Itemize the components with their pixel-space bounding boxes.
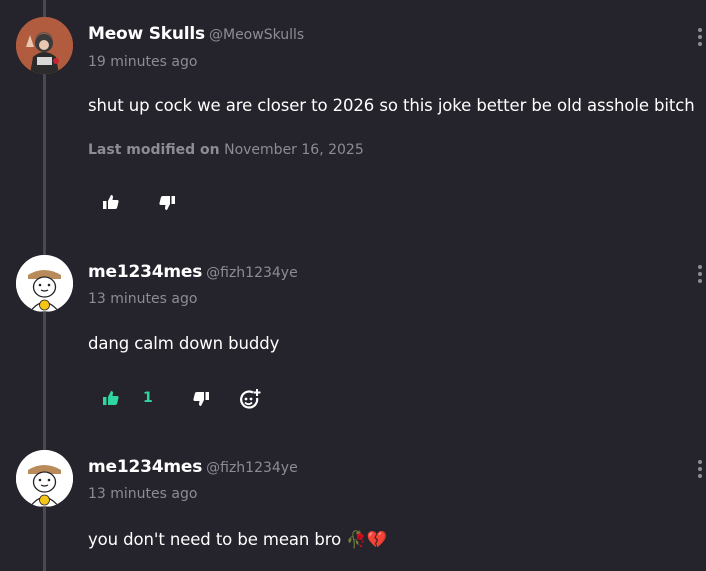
thumbs-up-icon[interactable]	[101, 389, 121, 409]
thumbs-down-icon[interactable]	[191, 389, 211, 409]
author-name[interactable]: me1234mes	[88, 262, 202, 282]
comment-timestamp[interactable]: 13 minutes ago	[88, 486, 197, 502]
comment-author: me1234mes @fizh1234ye	[88, 457, 298, 477]
avatar[interactable]	[16, 17, 73, 74]
author-handle[interactable]: @fizh1234ye	[206, 460, 298, 476]
more-options-icon[interactable]	[694, 27, 706, 47]
thumbs-up-icon[interactable]	[101, 193, 121, 213]
avatar[interactable]	[16, 450, 73, 507]
author-name[interactable]: me1234mes	[88, 457, 202, 477]
comment-timestamp[interactable]: 19 minutes ago	[88, 54, 197, 70]
author-name[interactable]: Meow Skulls	[88, 24, 205, 44]
comment-text: shut up cock we are closer to 2026 so th…	[88, 96, 695, 115]
last-modified: Last modified on November 16, 2025	[88, 142, 364, 158]
last-modified-label: Last modified on	[88, 142, 220, 158]
like-count: 1	[143, 390, 153, 406]
avatar[interactable]	[16, 255, 73, 312]
author-handle[interactable]: @fizh1234ye	[206, 265, 298, 281]
comment-author: me1234mes @fizh1234ye	[88, 262, 298, 282]
author-handle[interactable]: @MeowSkulls	[209, 27, 304, 43]
comment-text: dang calm down buddy	[88, 334, 280, 353]
more-options-icon[interactable]	[694, 459, 706, 479]
comment-timestamp[interactable]: 13 minutes ago	[88, 291, 197, 307]
last-modified-date: November 16, 2025	[224, 142, 364, 158]
more-options-icon[interactable]	[694, 264, 706, 284]
thumbs-down-icon[interactable]	[157, 193, 177, 213]
comment-author: Meow Skulls @MeowSkulls	[88, 24, 304, 44]
comment-text: you don't need to be mean bro 🥀💔	[88, 530, 388, 549]
add-reaction-icon[interactable]	[239, 388, 261, 410]
